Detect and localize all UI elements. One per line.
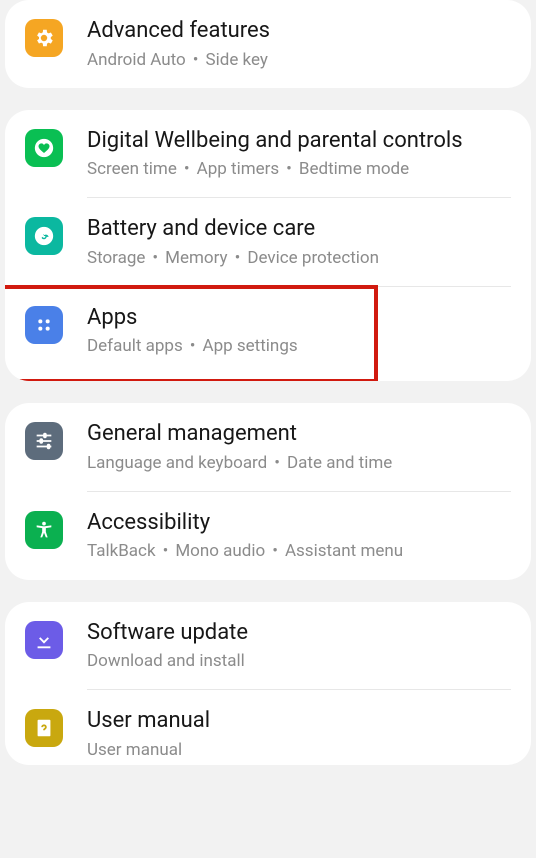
settings-card: Digital Wellbeing and parental controls … bbox=[5, 110, 531, 382]
row-subtitle: Language and keyboard•Date and time bbox=[87, 452, 511, 474]
settings-card: General management Language and keyboard… bbox=[5, 403, 531, 579]
row-title: Advanced features bbox=[87, 17, 511, 45]
row-text: Battery and device care Storage•Memory•D… bbox=[87, 215, 511, 269]
row-text: Accessibility TalkBack•Mono audio•Assist… bbox=[87, 509, 511, 563]
row-advanced-features[interactable]: Advanced features Android Auto•Side key bbox=[5, 0, 531, 88]
row-subtitle: Android Auto•Side key bbox=[87, 49, 511, 71]
accessibility-icon bbox=[25, 511, 63, 549]
row-subtitle: User manual bbox=[87, 739, 511, 761]
row-software-update[interactable]: Software update Download and install bbox=[5, 602, 531, 690]
row-subtitle: Default apps•App settings bbox=[87, 335, 356, 357]
row-text: Advanced features Android Auto•Side key bbox=[87, 17, 511, 71]
settings-card: Software update Download and install Use… bbox=[5, 602, 531, 765]
row-text: General management Language and keyboard… bbox=[87, 420, 511, 474]
row-digital-wellbeing[interactable]: Digital Wellbeing and parental controls … bbox=[5, 110, 531, 198]
row-title: Battery and device care bbox=[87, 215, 511, 243]
row-title: General management bbox=[87, 420, 511, 448]
row-text: User manual User manual bbox=[87, 707, 511, 761]
row-title: User manual bbox=[87, 707, 511, 735]
row-title: Software update bbox=[87, 619, 511, 647]
row-accessibility[interactable]: Accessibility TalkBack•Mono audio•Assist… bbox=[5, 492, 531, 580]
row-user-manual[interactable]: User manual User manual bbox=[5, 690, 531, 765]
settings-card: Advanced features Android Auto•Side key bbox=[5, 0, 531, 88]
row-text: Apps Default apps•App settings bbox=[87, 304, 356, 358]
row-general-management[interactable]: General management Language and keyboard… bbox=[5, 403, 531, 491]
row-text: Software update Download and install bbox=[87, 619, 511, 673]
heart-circle-icon bbox=[25, 129, 63, 167]
download-icon bbox=[25, 621, 63, 659]
row-title: Digital Wellbeing and parental controls bbox=[87, 127, 511, 155]
row-subtitle: Storage•Memory•Device protection bbox=[87, 247, 511, 269]
row-title: Accessibility bbox=[87, 509, 511, 537]
cog-icon bbox=[25, 19, 63, 57]
row-subtitle: TalkBack•Mono audio•Assistant menu bbox=[87, 540, 511, 562]
row-subtitle: Download and install bbox=[87, 650, 511, 672]
row-text: Digital Wellbeing and parental controls … bbox=[87, 127, 511, 181]
row-battery-device-care[interactable]: Battery and device care Storage•Memory•D… bbox=[5, 198, 531, 286]
book-help-icon bbox=[25, 709, 63, 747]
sliders-icon bbox=[25, 422, 63, 460]
apps-grid-icon bbox=[25, 306, 63, 344]
row-title: Apps bbox=[87, 304, 356, 332]
refresh-circle-icon bbox=[25, 217, 63, 255]
row-apps[interactable]: Apps Default apps•App settings bbox=[5, 287, 376, 382]
row-subtitle: Screen time•App timers•Bedtime mode bbox=[87, 158, 511, 180]
